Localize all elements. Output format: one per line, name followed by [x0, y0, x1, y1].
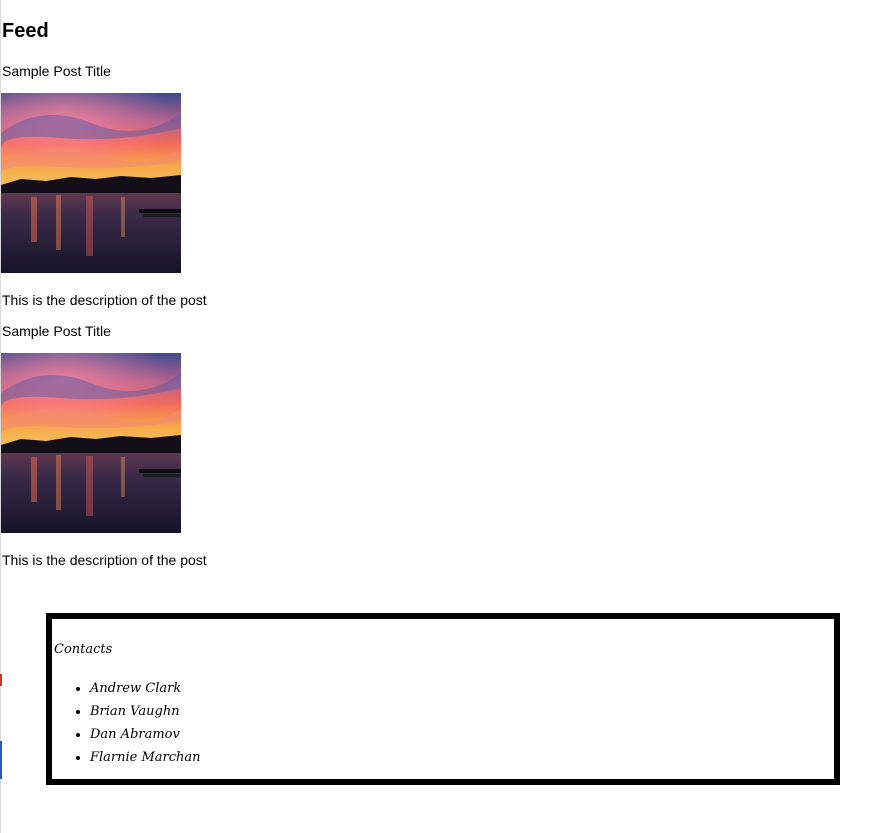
post-title: Sample Post Title — [2, 63, 111, 79]
post-description: This is the description of the post — [2, 552, 207, 568]
contact-item: Andrew Clark — [90, 677, 201, 700]
contact-item: Brian Vaughn — [90, 700, 201, 723]
contacts-panel: Contacts Andrew Clark Brian Vaughn Dan A… — [46, 613, 840, 785]
viewport-left-accent-blue — [0, 741, 2, 779]
contacts-title: Contacts — [54, 642, 113, 657]
post-image — [1, 353, 181, 533]
contact-item: Dan Abramov — [90, 723, 201, 746]
post-description: This is the description of the post — [2, 292, 207, 308]
post-image — [1, 93, 181, 273]
post-title: Sample Post Title — [2, 323, 111, 339]
feed-title: Feed — [2, 20, 49, 42]
viewport-left-accent-red — [0, 674, 2, 686]
contact-item: Flarnie Marchan — [90, 746, 201, 769]
contacts-list: Andrew Clark Brian Vaughn Dan Abramov Fl… — [52, 677, 201, 769]
